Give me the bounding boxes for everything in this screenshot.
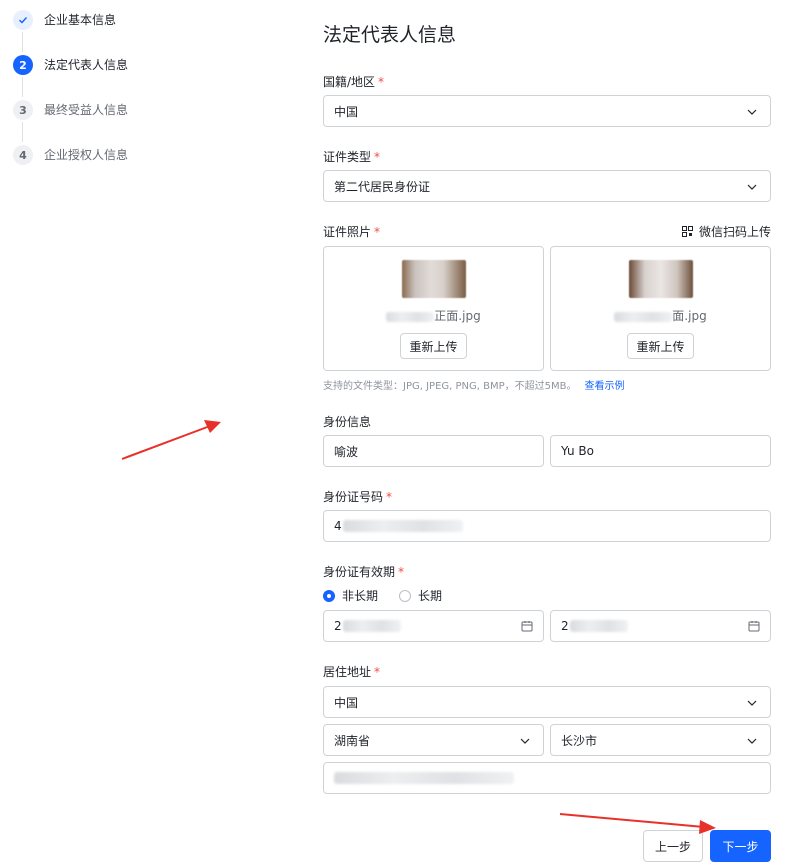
- page-title: 法定代表人信息: [323, 24, 457, 46]
- wechat-upload-label: 微信扫码上传: [698, 225, 771, 239]
- chevron-down-icon: [520, 738, 530, 744]
- step-company-basic[interactable]: 企业基本信息: [13, 10, 213, 55]
- name-cn-value: 喻波: [334, 444, 359, 459]
- id-type-value: 第二代居民身份证: [334, 179, 431, 194]
- validity-start-date[interactable]: 2: [323, 610, 544, 642]
- nationality-label: 国籍/地区 *: [323, 75, 385, 89]
- step-label: 最终受益人信息: [44, 103, 129, 117]
- id-front-filename: 正面.jpg: [324, 307, 543, 324]
- chevron-down-icon: [747, 109, 757, 115]
- address-province-select[interactable]: 湖南省: [323, 724, 544, 756]
- end-date-value: 2: [561, 619, 569, 633]
- annotation-arrow-left: [121, 420, 221, 460]
- step-legal-representative[interactable]: 2 法定代表人信息: [13, 55, 213, 100]
- check-icon: [13, 10, 33, 30]
- address-country-value: 中国: [334, 695, 359, 710]
- file-type-hint: 支持的文件类型：JPG, JPEG, PNG, BMP，不超过5MB。 查看示例: [323, 381, 625, 392]
- validity-label: 身份证有效期 *: [323, 565, 405, 579]
- address-country-select[interactable]: 中国: [323, 686, 771, 718]
- step-number: 2: [13, 55, 33, 75]
- id-back-filename: 面.jpg: [551, 307, 770, 324]
- view-example-link[interactable]: 查看示例: [584, 381, 624, 392]
- id-back-upload[interactable]: 面.jpg 重新上传: [550, 246, 771, 371]
- address-detail-input[interactable]: [323, 762, 771, 794]
- radio-short-term[interactable]: [323, 589, 335, 602]
- id-type-label: 证件类型 *: [323, 150, 381, 164]
- validity-end-date[interactable]: 2: [550, 610, 771, 642]
- start-date-value: 2: [334, 619, 342, 633]
- address-city-select[interactable]: 长沙市: [550, 724, 771, 756]
- chevron-down-icon: [747, 184, 757, 190]
- nationality-select[interactable]: 中国: [323, 95, 771, 127]
- step-connector: [22, 32, 23, 52]
- step-number: 4: [13, 145, 33, 165]
- id-number-label: 身份证号码 *: [323, 490, 393, 504]
- radio-long-term[interactable]: [399, 589, 412, 602]
- id-number-value: 4: [334, 519, 342, 533]
- chevron-down-icon: [747, 738, 757, 744]
- id-front-upload[interactable]: 正面.jpg 重新上传: [323, 246, 544, 371]
- step-navigation: 企业基本信息 2 法定代表人信息 3 最终受益人信息 4 企业授权人信息: [13, 10, 213, 190]
- step-connector: [22, 122, 23, 142]
- redacted-text: [334, 772, 514, 784]
- next-step-button[interactable]: 下一步: [710, 830, 771, 862]
- previous-step-button[interactable]: 上一步: [643, 830, 703, 862]
- wechat-upload-link[interactable]: 微信扫码上传: [681, 223, 771, 240]
- step-number: 3: [13, 100, 33, 120]
- step-label: 企业授权人信息: [44, 148, 129, 162]
- radio-short-term-label: 非长期: [342, 589, 379, 603]
- redacted-text: [569, 620, 628, 632]
- address-city-value: 长沙市: [561, 733, 598, 748]
- calendar-icon: [521, 621, 533, 632]
- step-label: 法定代表人信息: [44, 58, 129, 72]
- step-beneficial-owner[interactable]: 3 最终受益人信息: [13, 100, 213, 145]
- id-front-thumbnail: [402, 260, 466, 298]
- calendar-icon: [748, 621, 760, 632]
- reupload-back-button[interactable]: 重新上传: [627, 333, 694, 359]
- qr-code-icon: [681, 226, 693, 237]
- id-type-select[interactable]: 第二代居民身份证: [323, 170, 771, 202]
- chevron-down-icon: [747, 700, 757, 706]
- nationality-value: 中国: [334, 104, 359, 119]
- id-back-thumbnail: [629, 260, 693, 298]
- address-province-value: 湖南省: [334, 733, 371, 748]
- redacted-text: [342, 520, 463, 532]
- step-label: 企业基本信息: [44, 13, 117, 27]
- identity-label: 身份信息: [323, 415, 372, 429]
- id-number-input[interactable]: 4: [323, 510, 771, 542]
- reupload-front-button[interactable]: 重新上传: [400, 333, 467, 359]
- address-label: 居住地址 *: [323, 665, 381, 679]
- name-en-value: Yu Bo: [561, 444, 594, 458]
- id-photo-label: 证件照片 *: [323, 225, 381, 239]
- step-connector: [22, 77, 23, 97]
- name-en-input[interactable]: Yu Bo: [550, 435, 771, 467]
- redacted-text: [342, 620, 401, 632]
- radio-long-term-label: 长期: [418, 589, 443, 603]
- validity-options: 非长期 长期: [323, 587, 442, 604]
- step-authorized-person[interactable]: 4 企业授权人信息: [13, 145, 213, 190]
- name-cn-input[interactable]: 喻波: [323, 435, 544, 467]
